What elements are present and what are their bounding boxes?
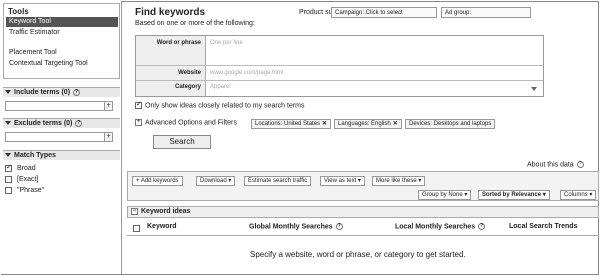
match-type-broad[interactable]: Broad [5, 163, 36, 173]
location-filter-chip[interactable]: Locations: United States ✕ [251, 119, 332, 129]
close-icon[interactable]: ✕ [393, 121, 398, 127]
keyword-ideas-title: Keyword ideas [141, 208, 191, 215]
search-form: Word or phrase Website Category One per … [135, 35, 544, 97]
about-data-label: About this data [527, 161, 574, 169]
include-terms-count: (0) [61, 89, 71, 96]
exclude-terms-header[interactable]: Exclude terms (0) ? [3, 118, 120, 128]
tools-title: Tools [8, 7, 29, 16]
advanced-options-label: Advanced Options and Filters [145, 119, 237, 127]
search-button[interactable]: Search [153, 135, 211, 149]
results-toolbar: + Add keywords Download ▾ Estimate searc… [127, 171, 599, 201]
match-type-label: Broad [17, 165, 36, 172]
tool-traffic-estimator[interactable]: Traffic Estimator [6, 28, 118, 38]
chip-label: Languages: English [338, 121, 391, 127]
include-terms-header[interactable]: Include terms (0) ? [3, 87, 120, 97]
close-icon[interactable]: ✕ [322, 121, 327, 127]
only-show-label: Only show ideas closely related to my se… [145, 102, 305, 110]
help-icon[interactable]: ? [335, 223, 343, 230]
collapse-icon[interactable]: − [131, 207, 138, 215]
checkbox-phrase[interactable] [5, 187, 12, 194]
chevron-down-icon[interactable] [531, 87, 537, 91]
exclude-terms-label: Exclude terms [14, 120, 62, 127]
help-icon[interactable]: ? [478, 223, 486, 230]
help-icon[interactable]: ? [72, 88, 80, 96]
match-type-phrase[interactable]: "Phrase" [5, 187, 44, 195]
include-terms-add-button[interactable]: + [104, 101, 113, 111]
main-content: Find keywords Based on one or more of th… [123, 1, 599, 275]
sort-select[interactable]: Sorted by Relevance ▾ [478, 190, 550, 200]
tool-keyword-tool[interactable]: Keyword Tool [6, 17, 118, 27]
website-input[interactable]: www.google.com/page.html [210, 70, 283, 76]
match-type-label: "Phrase" [17, 187, 45, 194]
about-data-link[interactable]: About this data ? [527, 161, 584, 168]
page-title: Find keywords [135, 7, 206, 18]
view-as-text-button[interactable]: View as text ▾ [320, 176, 365, 186]
help-icon[interactable]: ? [576, 161, 584, 168]
tool-contextual-targeting[interactable]: Contextual Targeting Tool [6, 59, 118, 69]
column-keyword[interactable]: Keyword [147, 223, 177, 230]
download-button[interactable]: Download ▾ [196, 176, 236, 186]
columns-select[interactable]: Columns ▾ [560, 190, 597, 200]
website-label: Website [178, 70, 201, 76]
add-keywords-button[interactable]: + Add keywords [132, 176, 183, 186]
collapse-icon [5, 90, 11, 95]
column-local-searches[interactable]: Local Monthly Searches ? [395, 223, 486, 231]
checkbox-exact[interactable] [5, 176, 12, 183]
device-filter-chip[interactable]: Devices: Desktops and laptops [405, 119, 496, 129]
sidebar: Tools Keyword Tool Traffic Estimator Pla… [1, 1, 122, 274]
column-label: Global Monthly Searches [249, 223, 333, 231]
only-show-related-option[interactable]: Only show ideas closely related to my se… [135, 100, 305, 110]
page-subtitle: Based on one or more of the following: [135, 20, 255, 27]
campaign-select[interactable]: Campaign: Click to select [331, 7, 437, 18]
help-icon[interactable]: ? [75, 119, 83, 127]
divider [136, 65, 543, 66]
advanced-options-toggle[interactable]: + Advanced Options and Filters [135, 119, 237, 126]
collapse-icon [5, 121, 11, 126]
language-filter-chip[interactable]: Languages: English ✕ [334, 119, 402, 129]
column-local-trends[interactable]: Local Search Trends [509, 223, 577, 230]
match-type-label: [Exact] [17, 176, 39, 183]
empty-state-message: Specify a website, word or phrase, or ca… [250, 250, 466, 259]
category-select[interactable]: Apparel [210, 84, 231, 90]
exclude-terms-count: (0) [63, 120, 73, 127]
form-label-column: Word or phrase Website Category [136, 36, 206, 96]
word-phrase-input[interactable]: One per line [210, 40, 243, 46]
column-global-searches[interactable]: Global Monthly Searches ? [249, 223, 343, 230]
column-label: Keyword [147, 223, 177, 230]
tool-placement-tool[interactable]: Placement Tool [6, 48, 118, 58]
divider [127, 235, 599, 236]
keyword-ideas-header[interactable]: − Keyword ideas [127, 206, 599, 218]
estimate-traffic-button[interactable]: Estimate search traffic [244, 176, 312, 186]
tools-panel: Tools Keyword Tool Traffic Estimator Pla… [3, 3, 120, 79]
match-types-header[interactable]: Match Types [3, 150, 120, 160]
exclude-terms-add-button[interactable]: + [104, 132, 113, 142]
divider [136, 80, 543, 81]
more-like-these-button[interactable]: More like these ▾ [372, 176, 426, 186]
include-terms-input[interactable] [5, 101, 109, 111]
checkbox-broad[interactable] [5, 163, 12, 172]
collapse-icon [5, 153, 11, 158]
column-label: Local Search Trends [509, 223, 578, 230]
word-phrase-label: Word or phrase [156, 40, 201, 46]
column-label: Local Monthly Searches [395, 223, 476, 231]
only-show-checkbox[interactable] [135, 100, 142, 109]
include-terms-label: Include terms [14, 89, 60, 96]
exclude-terms-input[interactable] [5, 132, 109, 142]
category-label: Category [174, 84, 201, 90]
match-type-exact[interactable]: [Exact] [5, 176, 38, 184]
chip-label: Locations: United States [255, 121, 321, 127]
select-all-checkbox[interactable] [133, 225, 140, 232]
group-by-select[interactable]: Group by None ▾ [418, 190, 472, 200]
match-types-label: Match Types [14, 152, 56, 159]
expand-icon[interactable]: + [135, 119, 142, 126]
adgroup-select[interactable]: Ad group: [441, 7, 531, 18]
chip-label: Devices: Desktops and laptops [409, 121, 492, 127]
